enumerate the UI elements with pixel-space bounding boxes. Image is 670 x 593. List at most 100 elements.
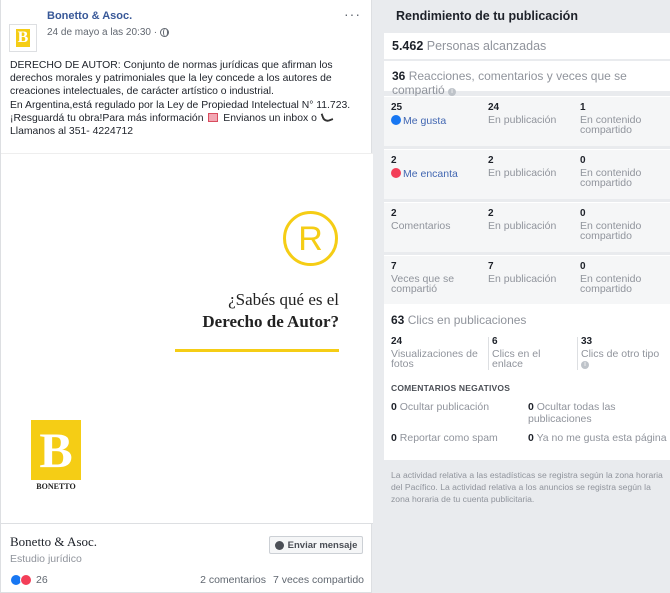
report-spam-stat: 0 Reportar como spam — [391, 432, 521, 444]
page-avatar[interactable]: B — [9, 24, 37, 52]
post-clicks-value: 63 — [391, 313, 405, 327]
globe-icon — [160, 28, 170, 37]
hide-all-label: Ocultar todas las publicaciones — [528, 401, 616, 425]
post-card: B Bonetto & Asoc. 24 de mayo a las 20:30… — [0, 0, 373, 593]
loves-total: 2 Me encanta — [391, 155, 483, 180]
post-header: B Bonetto & Asoc. 24 de mayo a las 20:30… — [9, 6, 365, 52]
loves-on-shared-label: En contenido compartido — [580, 166, 642, 189]
shares-link[interactable]: 7 veces compartido — [273, 574, 364, 586]
post-text-segment: Envianos un inbox o — [223, 112, 317, 124]
report-spam-value: 0 — [391, 432, 397, 444]
brand-logo-name: BONETTO — [36, 482, 76, 491]
brand-logo: B BONETTO — [31, 420, 81, 495]
reactions-summary[interactable]: 26 — [10, 574, 48, 586]
loves-on-post-label: En publicación — [488, 166, 557, 179]
page-name-link[interactable]: Bonetto & Asoc. — [47, 10, 132, 22]
footer-page-name[interactable]: Bonetto & Asoc. — [10, 534, 97, 550]
post-clicks-label: Clics en publicaciones — [407, 313, 527, 327]
unlike-page-value: 0 — [528, 432, 534, 444]
post-text-line: ¡Resguardá tu obra!Para más información … — [10, 110, 366, 125]
loves-on-post-value: 2 — [488, 155, 494, 166]
reach-label: Personas alcanzadas — [426, 39, 547, 53]
loves-on-shared-value: 0 — [580, 155, 586, 166]
info-icon[interactable]: i — [448, 88, 457, 96]
likes-on-shared-value: 1 — [580, 102, 586, 113]
likes-total: 25 Me gusta — [391, 102, 483, 127]
post-text-line: En Argentina,está regulado por la Ley de… — [10, 99, 351, 111]
send-message-label: Enviar mensaje — [287, 539, 358, 551]
post-clicks-header: 63 Clics en publicaciones — [391, 313, 526, 327]
unlike-page-label: Ya no me gusta esta página — [536, 432, 667, 444]
report-spam-label: Reportar como spam — [399, 432, 498, 444]
comments-total-value: 2 — [391, 208, 397, 219]
comments-label: Comentarios — [391, 219, 451, 232]
post-text-line: derechos morales y patrimoniales que la … — [10, 73, 332, 85]
shares-on-post: 7 En publicación — [488, 261, 576, 284]
inbox-emoji-icon — [208, 112, 219, 122]
post-meta: 24 de mayo a las 20:30 · — [47, 27, 170, 38]
comments-on-post-value: 2 — [488, 208, 494, 219]
post-footer: Bonetto & Asoc. Estudio jurídico Enviar … — [1, 523, 373, 593]
hide-all-stat: 0 Ocultar todas las publicaciones — [528, 401, 668, 425]
page-avatar-letter: B — [16, 29, 30, 47]
other-clicks: 33 Clics de otro tipo i — [577, 336, 667, 370]
timezone-footnote: La actividad relativa a las estadísticas… — [391, 470, 663, 504]
post-text-line: Llamanos al 351- 4224712 — [10, 126, 134, 138]
likes-on-shared-label: En contenido compartido — [580, 113, 642, 136]
more-options-icon[interactable]: ··· — [344, 6, 361, 22]
loves-label: Me encanta — [403, 167, 458, 180]
shares-total: 7 Veces que se compartió — [391, 261, 483, 295]
engagement-label: Reacciones, comentarios y veces que se c… — [392, 69, 627, 97]
engagement-stat: 36 Reacciones, comentarios y veces que s… — [384, 61, 670, 97]
reach-stat: 5.462 Personas alcanzadas — [384, 33, 670, 59]
footer-category: Estudio jurídico — [10, 553, 82, 565]
love-icon — [391, 167, 401, 178]
post-text-segment: ¡Resguardá tu obra!Para más información — [10, 112, 204, 124]
image-divider — [175, 349, 339, 352]
messenger-icon — [274, 540, 284, 550]
photo-views-label: Visualizaciones de fotos — [391, 347, 478, 370]
like-icon — [391, 114, 401, 125]
shares-on-shared: 0 En contenido compartido — [580, 261, 668, 295]
likes-total-value: 25 — [391, 102, 403, 113]
comments-on-shared-value: 0 — [580, 208, 586, 219]
post-text-line: creaciones intelectuales, de carácter ar… — [10, 86, 274, 98]
comments-link[interactable]: 2 comentarios — [200, 574, 266, 586]
shares-on-shared-value: 0 — [580, 261, 586, 272]
post-image[interactable]: R ¿Sabés qué es el Derecho de Autor? B B… — [1, 153, 373, 523]
likes-on-post: 24 En publicación — [488, 102, 576, 126]
loves-on-shared: 0 En contenido compartido — [580, 155, 668, 189]
unlike-page-stat: 0 Ya no me gusta esta página — [528, 432, 668, 444]
reaction-count: 26 — [36, 574, 48, 586]
post-date[interactable]: 24 de mayo a las 20:30 · — [47, 27, 157, 38]
hide-post-label: Ocultar publicación — [399, 401, 490, 413]
link-clicks-value: 6 — [492, 336, 498, 347]
other-clicks-label: Clics de otro tipo — [581, 347, 660, 360]
image-question-line1: ¿Sabés qué es el — [228, 290, 339, 309]
negative-feedback: COMENTARIOS NEGATIVOS 0 Ocultar publicac… — [384, 376, 670, 460]
brand-logo-letter: B — [31, 420, 81, 480]
registered-icon: R — [283, 211, 338, 266]
likes-label: Me gusta — [403, 114, 447, 127]
comments-on-post: 2 En publicación — [488, 208, 576, 231]
comments-total: 2 Comentarios — [391, 208, 483, 232]
shares-on-shared-label: En contenido compartido — [580, 272, 642, 295]
hide-post-stat: 0 Ocultar publicación — [391, 401, 521, 413]
send-message-button[interactable]: Enviar mensaje — [269, 536, 363, 554]
photo-views-value: 24 — [391, 336, 403, 347]
negative-feedback-heading: COMENTARIOS NEGATIVOS — [391, 383, 511, 393]
shares-on-post-value: 7 — [488, 261, 494, 272]
comments-on-shared: 0 En contenido compartido — [580, 208, 668, 242]
hide-post-value: 0 — [391, 401, 397, 413]
loves-on-post: 2 En publicación — [488, 155, 576, 179]
photo-views: 24 Visualizaciones de fotos — [391, 336, 483, 370]
engagement-links: 2 comentarios 7 veces compartido — [200, 574, 364, 586]
comments-on-shared-label: En contenido compartido — [580, 219, 642, 242]
likes-on-shared: 1 En contenido compartido — [580, 102, 668, 136]
image-question-line2: Derecho de Autor? — [202, 312, 339, 331]
reach-value: 5.462 — [392, 39, 424, 53]
info-icon[interactable]: i — [581, 361, 589, 369]
likes-on-post-label: En publicación — [488, 113, 557, 126]
panel-title: Rendimiento de tu publicación — [396, 9, 578, 23]
love-reaction-icon — [20, 574, 32, 586]
